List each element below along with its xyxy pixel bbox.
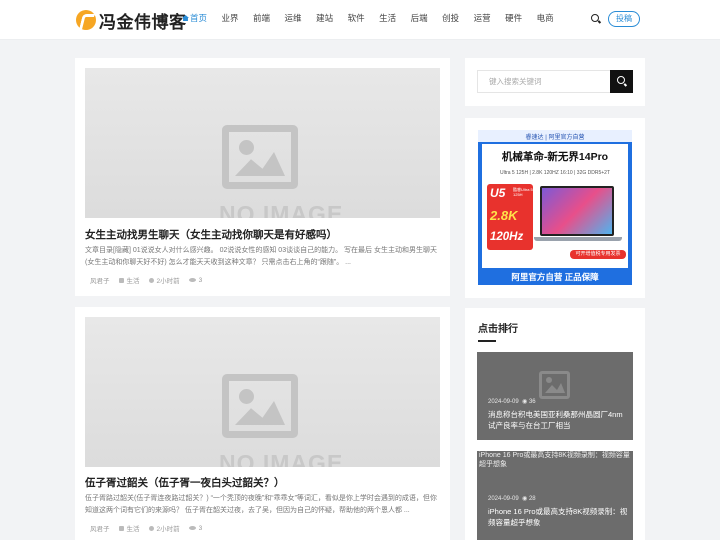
hot-item[interactable]: 2024-09-09 ◉ 36 消息称台积电美国亚利桑那州晶圆厂4nm试产良率与… — [477, 352, 633, 440]
ad-footer: 阿里官方自营 正品保障 — [511, 272, 599, 282]
nav-item-life[interactable]: 生活 — [379, 12, 396, 24]
post-excerpt: 文章目录[隐藏] 01说说女人对什么感兴趣。 02说说女性的感知 03谈谈自己的… — [85, 247, 437, 266]
eye-icon — [188, 526, 196, 530]
nav-item-ops[interactable]: 运维 — [285, 12, 302, 24]
clock-icon — [148, 277, 154, 283]
logo-text: 冯金伟博客 — [99, 12, 187, 32]
ad-top-bar: 睿速达 | 阿里官方自营 — [478, 130, 632, 142]
post-time: 2小时前 — [148, 275, 180, 285]
nav-item-ecommerce[interactable]: 电商 — [537, 12, 554, 24]
hot-item-meta: 2024-09-09 ◉ 28 — [488, 496, 536, 502]
home-icon — [182, 15, 189, 21]
site-logo[interactable]: 冯金伟博客 — [76, 8, 187, 32]
ad-spec: Ultra 5 125H | 2.8K 120HZ 16:10 | 32G DD… — [499, 170, 610, 176]
post-thumbnail[interactable]: NO IMAGE — [85, 68, 440, 218]
image-placeholder-icon — [222, 374, 298, 438]
ad-resolution: 2.8K — [490, 208, 518, 223]
laptop-image — [540, 186, 614, 236]
post-author[interactable]: 风君子 — [90, 275, 110, 285]
search-input[interactable]: 键入搜索关键词 — [477, 70, 611, 93]
image-placeholder-icon — [222, 125, 298, 189]
eye-icon — [188, 278, 196, 282]
post-meta: 风君子 生活 2小时前 3 — [90, 275, 211, 286]
post-title[interactable]: 女生主动找男生聊天（女生主动找你聊天是有好感吗） — [85, 227, 337, 242]
laptop-base — [534, 237, 622, 241]
search-icon[interactable] — [591, 14, 601, 24]
clock-icon — [148, 525, 154, 531]
ad-cpu: U5 — [490, 186, 506, 200]
nav-item-sitebuilding[interactable]: 建站 — [316, 12, 333, 24]
ad-banner[interactable]: 睿速达 | 阿里官方自营 机械革命-新无界14Pro Ultra 5 125H … — [478, 130, 632, 285]
ad-invoice-badge: 可开增值税专用发票 — [570, 250, 626, 259]
ad-refresh: 120Hz — [490, 231, 524, 243]
post-meta: 风君子 生活 2小时前 3 — [90, 523, 211, 534]
post-category[interactable]: 生活 — [118, 275, 140, 285]
logo-icon — [76, 10, 96, 30]
nav-item-home[interactable]: 首页 — [182, 12, 207, 24]
post-category[interactable]: 生活 — [118, 523, 140, 533]
title-underline — [478, 340, 496, 342]
image-placeholder-icon — [539, 371, 570, 399]
post-card: NO IMAGE 女生主动找男生聊天（女生主动找你聊天是有好感吗） 文章目录[隐… — [75, 58, 450, 296]
search-submit-button[interactable] — [610, 70, 633, 93]
nav-item-startup[interactable]: 创投 — [442, 12, 459, 24]
hot-item-meta: 2024-09-09 ◉ 36 — [488, 399, 536, 405]
ad-cpu-sub: 酷睿Ultra 5 125H — [513, 187, 533, 197]
hot-item-title[interactable]: 消息称台积电美国亚利桑那州晶圆厂4nm试产良率与在台工厂相当 — [488, 409, 628, 431]
placeholder-text: NO IMAGE — [219, 450, 344, 467]
hot-ranking-title: 点击排行 — [478, 324, 518, 335]
post-author[interactable]: 风君子 — [90, 523, 110, 533]
post-card: NO IMAGE 伍子胥过韶关（伍子胥一夜白头过韶关？） 伍子胥路过韶关(伍子胥… — [75, 307, 450, 540]
nav-item-frontend[interactable]: 前端 — [253, 12, 270, 24]
nav-item-hardware[interactable]: 硬件 — [505, 12, 522, 24]
top-navbar: 冯金伟博客 首页 业界 前端 运维 建站 软件 生活 后端 创投 运营 硬件 电… — [0, 0, 720, 40]
ad-feature-panel: U5 酷睿Ultra 5 125H 2.8K 120Hz — [487, 184, 533, 250]
post-title[interactable]: 伍子胥过韶关（伍子胥一夜白头过韶关？） — [85, 475, 285, 490]
category-icon — [118, 525, 124, 531]
eye-icon: ◉ — [522, 496, 528, 502]
post-views: 3 — [188, 525, 202, 532]
nav-item-operations[interactable]: 运营 — [474, 12, 491, 24]
nav-item-software[interactable]: 软件 — [348, 12, 365, 24]
post-views: 3 — [188, 277, 202, 284]
post-time: 2小时前 — [148, 523, 180, 533]
nav-item-industry[interactable]: 业界 — [222, 12, 239, 24]
eye-icon: ◉ — [522, 399, 528, 405]
hot-item-broken-image-alt: iPhone 16 Pro或最高支持8K视频录制：视频容量超乎想象 — [479, 452, 630, 468]
main-nav: 首页 业界 前端 运维 建站 软件 生活 后端 创投 运营 硬件 电商 — [182, 12, 568, 24]
ad-headline: 机械革命-新无界14Pro — [501, 151, 609, 163]
post-excerpt: 伍子胥路过韶关(伍子胥连夜路过韶关？) “一个秃顶的夜晚”和“乖乖女”等词汇，看… — [85, 495, 437, 514]
nav-item-backend[interactable]: 后端 — [411, 12, 428, 24]
hot-item-title[interactable]: iPhone 16 Pro或最高支持8K视频录制：视频容量超乎想象 — [488, 506, 628, 528]
post-thumbnail[interactable]: NO IMAGE — [85, 317, 440, 467]
hot-item[interactable]: iPhone 16 Pro或最高支持8K视频录制：视频容量超乎想象 2024-0… — [477, 451, 633, 540]
submit-post-button[interactable]: 投稿 — [608, 11, 640, 27]
category-icon — [118, 277, 124, 283]
placeholder-text: NO IMAGE — [219, 201, 344, 218]
